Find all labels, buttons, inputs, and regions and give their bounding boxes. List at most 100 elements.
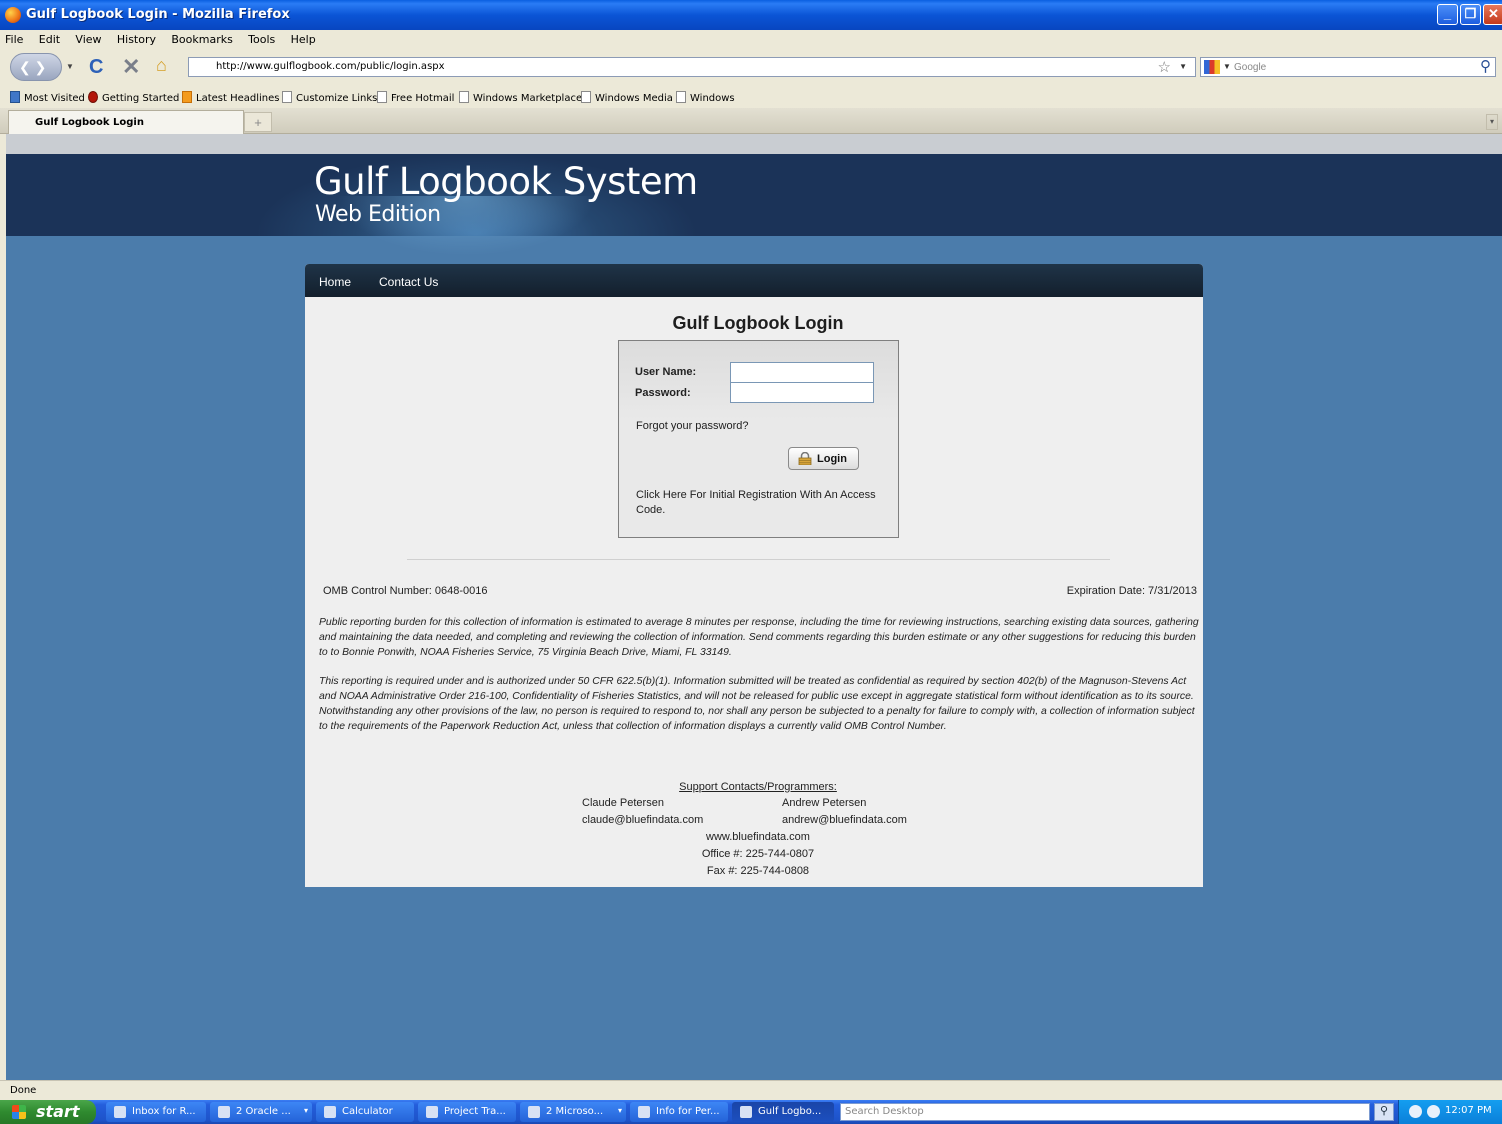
site-subtitle: Web Edition xyxy=(315,202,441,227)
clock: 12:07 PM xyxy=(1445,1105,1492,1116)
page-icon xyxy=(377,91,387,103)
mail-icon xyxy=(114,1106,126,1118)
support-office: Office #: 225-744-0807 xyxy=(701,848,815,860)
menu-bar: File Edit View History Bookmarks Tools H… xyxy=(0,30,1502,48)
task-gulf-logbook[interactable]: Gulf Logbo... xyxy=(732,1102,834,1122)
tray-network-icon[interactable] xyxy=(1427,1105,1440,1118)
password-input[interactable] xyxy=(730,382,874,403)
bookmark-getting-started[interactable]: Getting Started xyxy=(88,91,179,104)
google-engine-icon[interactable] xyxy=(1204,60,1220,74)
chevron-down-icon: ▾ xyxy=(617,1106,622,1115)
chevron-down-icon: ▾ xyxy=(303,1106,308,1115)
calculator-icon xyxy=(324,1106,336,1118)
menu-view[interactable]: View xyxy=(70,30,108,46)
bookmark-free-hotmail[interactable]: Free Hotmail xyxy=(377,91,454,104)
window-title-bar[interactable]: Gulf Logbook Login - Mozilla Firefox _ ❐… xyxy=(0,0,1502,30)
burden-notice: Public reporting burden for this collect… xyxy=(319,617,1199,658)
excel-icon xyxy=(638,1106,650,1118)
stop-icon[interactable]: ✕ xyxy=(122,54,140,80)
tab-gulf-logbook-login[interactable]: Gulf Logbook Login xyxy=(8,110,244,134)
bookmark-windows-media[interactable]: Windows Media xyxy=(581,91,673,104)
task-oracle[interactable]: 2 Oracle ... ▾ xyxy=(210,1102,312,1122)
page-icon xyxy=(676,91,686,103)
back-arrow-icon: ❮ ❯ xyxy=(19,59,47,75)
bookmark-windows-marketplace[interactable]: Windows Marketplace xyxy=(459,91,582,104)
task-inbox[interactable]: Inbox for R... xyxy=(106,1102,206,1122)
menu-edit[interactable]: Edit xyxy=(34,30,67,46)
menu-contact-us-link[interactable]: Contact Us xyxy=(379,275,438,289)
new-tab-button[interactable]: + xyxy=(244,112,272,132)
windows-taskbar: start Inbox for R... 2 Oracle ... ▾ Calcu… xyxy=(0,1100,1502,1124)
contact2-email: andrew@bluefindata.com xyxy=(782,814,907,826)
window-group-icon xyxy=(218,1106,230,1118)
bookmark-customize-links[interactable]: Customize Links xyxy=(282,91,377,104)
password-label: Password: xyxy=(635,387,691,399)
authority-notice: This reporting is required under and is … xyxy=(319,676,1195,732)
status-bar: Done xyxy=(0,1080,1502,1100)
reload-icon[interactable]: C xyxy=(89,56,103,79)
tab-strip: Gulf Logbook Login + ▾ xyxy=(0,108,1502,134)
search-placeholder: Google xyxy=(1234,62,1267,73)
bookmark-latest-headlines[interactable]: Latest Headlines xyxy=(182,91,280,104)
menu-history[interactable]: History xyxy=(112,30,163,46)
task-microsoft[interactable]: 2 Microso... ▾ xyxy=(520,1102,626,1122)
username-input[interactable] xyxy=(730,362,874,383)
menu-home-link[interactable]: Home xyxy=(319,275,351,289)
site-banner xyxy=(6,154,1502,236)
desktop-search-icon[interactable]: ⚲ xyxy=(1374,1103,1394,1121)
history-dropdown-icon[interactable]: ▼ xyxy=(66,62,74,71)
search-bar[interactable]: ▼ Google ⚲ xyxy=(1200,57,1496,77)
minimize-button[interactable]: _ xyxy=(1437,4,1458,25)
firefox-icon xyxy=(740,1106,752,1118)
menu-file[interactable]: File xyxy=(0,30,30,46)
tab-list-button[interactable]: ▾ xyxy=(1486,114,1498,130)
site-title: Gulf Logbook System xyxy=(314,160,698,203)
firefox-bookmark-icon xyxy=(88,91,98,103)
support-fax: Fax #: 225-744-0808 xyxy=(706,865,810,877)
task-project[interactable]: Project Tra... xyxy=(418,1102,516,1122)
forgot-password-link[interactable]: Forgot your password? xyxy=(636,420,749,432)
menu-bookmarks[interactable]: Bookmarks xyxy=(166,30,239,46)
url-dropdown-icon[interactable]: ▼ xyxy=(1179,62,1187,71)
system-tray: 12:07 PM xyxy=(1398,1100,1502,1124)
engine-dropdown-icon[interactable]: ▼ xyxy=(1223,62,1231,71)
windows-logo-icon xyxy=(12,1105,26,1119)
start-button[interactable]: start xyxy=(0,1100,96,1124)
page-viewport: Gulf Logbook System Web Edition Home Con… xyxy=(6,134,1502,1080)
menu-tools[interactable]: Tools xyxy=(243,30,282,46)
task-info[interactable]: Info for Per... xyxy=(630,1102,728,1122)
username-label: User Name: xyxy=(635,366,697,378)
content-panel: Home Contact Us Gulf Logbook Login User … xyxy=(305,264,1203,887)
omb-control-number: OMB Control Number: 0648-0016 xyxy=(323,585,488,597)
expiration-date: Expiration Date: 7/31/2013 xyxy=(1066,585,1197,597)
home-icon[interactable]: ⌂ xyxy=(156,55,167,76)
word-icon xyxy=(528,1106,540,1118)
back-forward-button[interactable]: ❮ ❯ xyxy=(10,53,62,81)
login-button[interactable]: Login xyxy=(788,447,859,470)
task-calculator[interactable]: Calculator xyxy=(316,1102,414,1122)
close-button[interactable]: ✕ xyxy=(1483,4,1502,25)
firefox-icon xyxy=(5,7,21,23)
login-heading: Gulf Logbook Login xyxy=(672,313,844,333)
address-bar[interactable]: http://www.gulflogbook.com/public/login.… xyxy=(188,57,1196,77)
bookmark-windows[interactable]: Windows xyxy=(676,91,735,104)
top-strip xyxy=(6,134,1502,154)
registration-link[interactable]: Click Here For Initial Registration With… xyxy=(636,488,876,518)
menu-help[interactable]: Help xyxy=(286,30,323,46)
site-menu: Home Contact Us xyxy=(305,264,1203,297)
contact1-email: claude@bluefindata.com xyxy=(582,814,704,826)
desktop-search-input[interactable]: Search Desktop xyxy=(840,1103,1370,1121)
lock-icon xyxy=(798,452,812,465)
search-icon[interactable]: ⚲ xyxy=(1480,57,1491,75)
divider xyxy=(407,559,1110,560)
start-label: start xyxy=(36,1102,80,1121)
tray-arrow-icon[interactable] xyxy=(1409,1105,1422,1118)
bookmarks-toolbar: Most Visited Getting Started Latest Head… xyxy=(0,86,1502,108)
bookmark-most-visited[interactable]: Most Visited xyxy=(10,91,85,104)
support-website: www.bluefindata.com xyxy=(706,831,810,843)
bookmark-star-icon[interactable]: ☆ xyxy=(1158,58,1171,76)
window-title: Gulf Logbook Login - Mozilla Firefox xyxy=(26,7,290,22)
page-icon xyxy=(282,91,292,103)
restore-button[interactable]: ❐ xyxy=(1460,4,1481,25)
tab-label: Gulf Logbook Login xyxy=(35,117,144,128)
